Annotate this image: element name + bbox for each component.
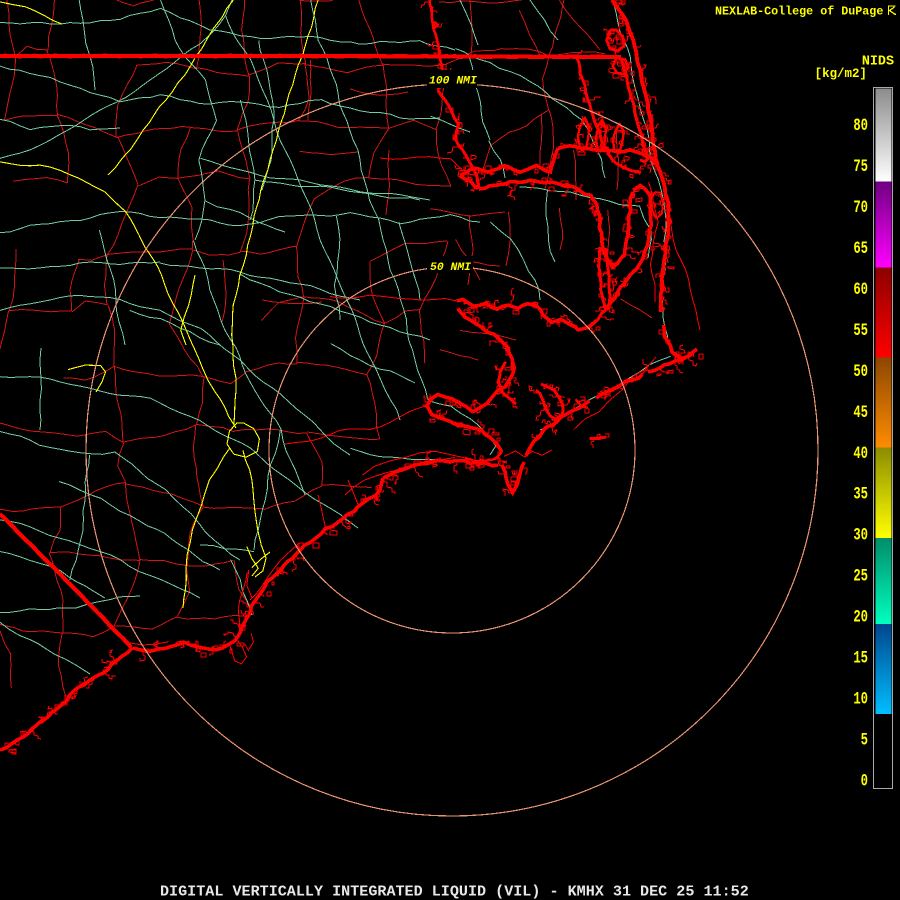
svg-text:0: 0 xyxy=(861,770,868,791)
svg-text:DIGITAL VERTICALLY INTEGRATED: DIGITAL VERTICALLY INTEGRATED LIQUID (VI… xyxy=(160,882,749,900)
svg-text:60: 60 xyxy=(853,279,868,300)
svg-text:75: 75 xyxy=(853,156,868,177)
svg-text:80: 80 xyxy=(853,115,868,136)
svg-text:100 NMI: 100 NMI xyxy=(429,76,477,88)
svg-text:40: 40 xyxy=(853,443,868,464)
svg-text:5: 5 xyxy=(861,729,868,750)
svg-text:10: 10 xyxy=(853,688,868,709)
svg-text:25: 25 xyxy=(853,565,868,586)
svg-text:NEXLAB-College of DuPage: NEXLAB-College of DuPage xyxy=(715,5,883,19)
svg-text:30: 30 xyxy=(853,524,868,545)
svg-text:45: 45 xyxy=(853,402,868,423)
svg-text:55: 55 xyxy=(853,320,868,341)
svg-text:20: 20 xyxy=(853,606,868,627)
svg-text:65: 65 xyxy=(853,238,868,259)
svg-text:35: 35 xyxy=(853,483,868,504)
svg-text:[kg/m2]: [kg/m2] xyxy=(815,67,867,81)
svg-text:15: 15 xyxy=(853,647,868,668)
svg-text:70: 70 xyxy=(853,197,868,218)
svg-text:50 NMI: 50 NMI xyxy=(430,262,471,274)
svg-text:50: 50 xyxy=(853,361,868,382)
